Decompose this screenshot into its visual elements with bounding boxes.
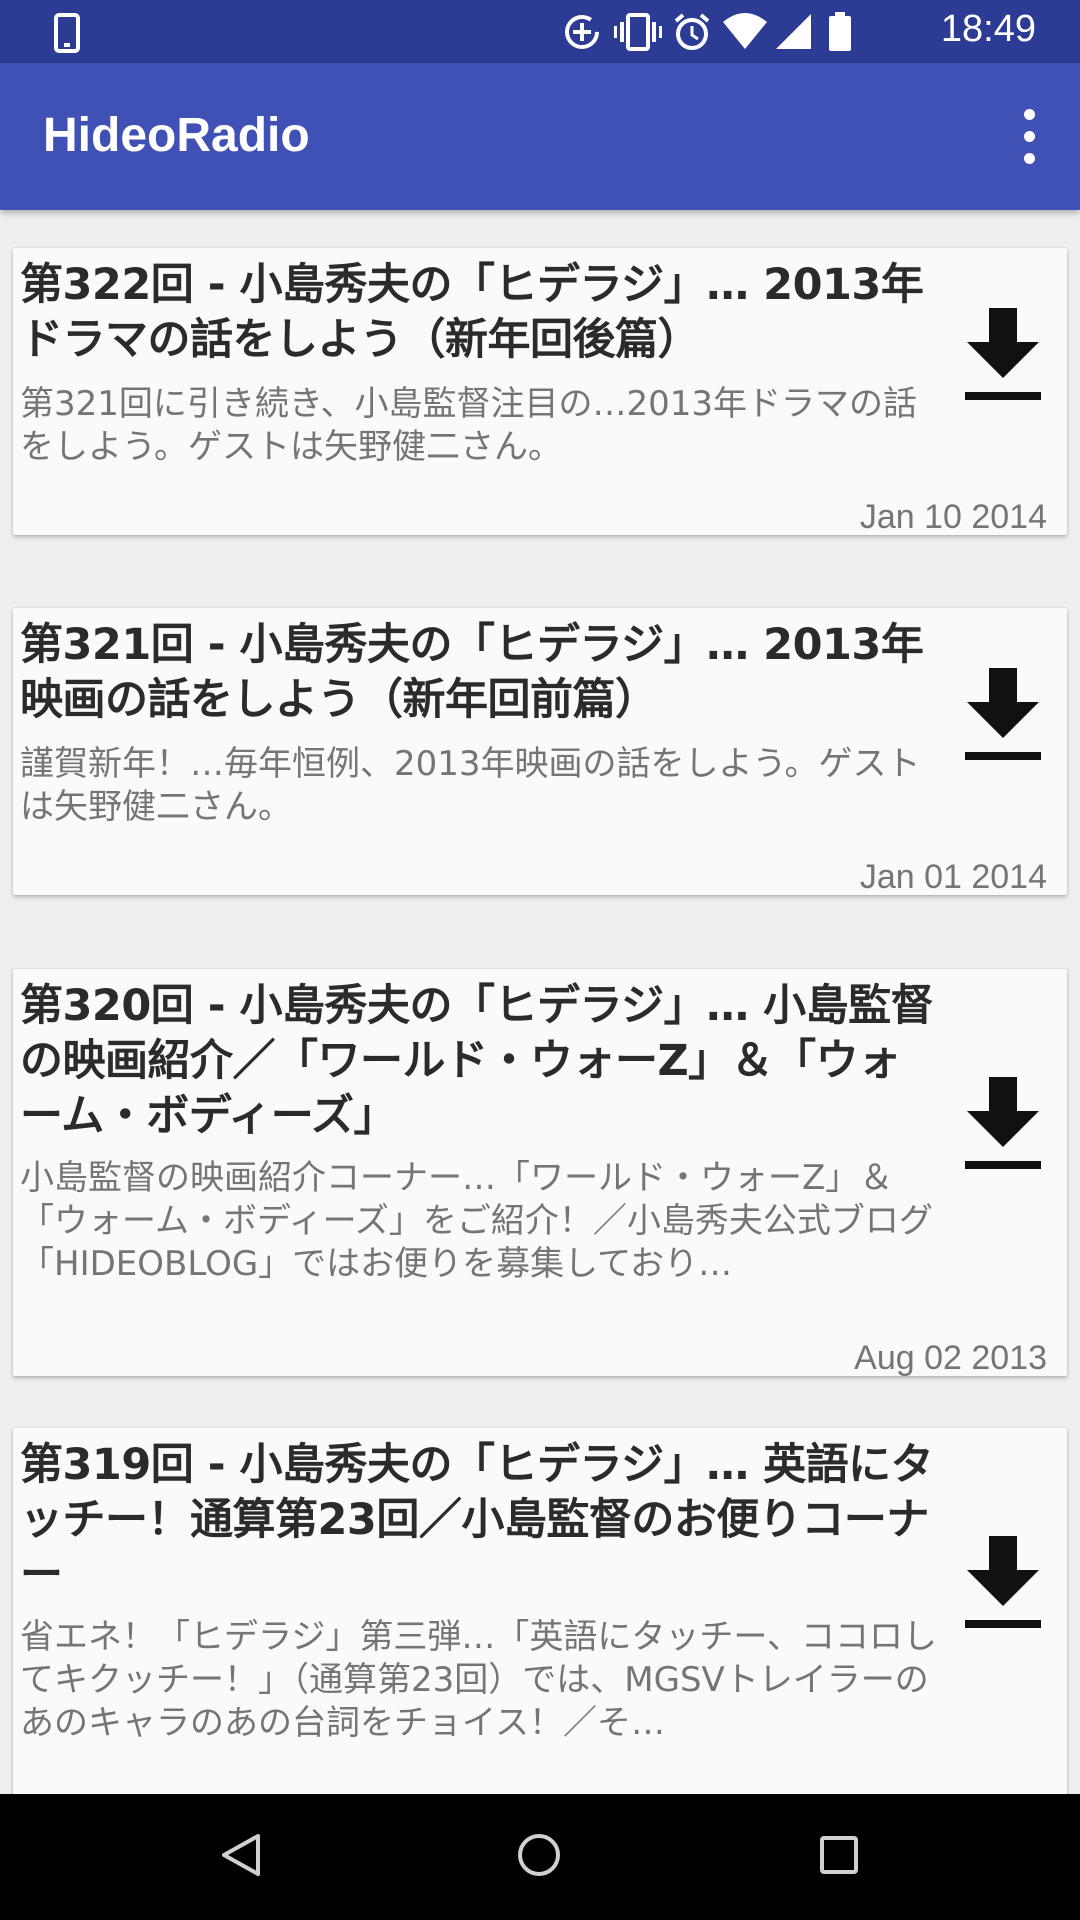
episode-title: 第319回 - 小島秀夫の「ヒデラジ」… 英語にタッチー！通算第23回／小島監督… xyxy=(20,1440,934,1600)
episode-description: 第321回に引き続き、小島監督注目の…2013年ドラマの話をしよう。ゲストは矢野… xyxy=(20,384,918,467)
episode-title: 第320回 - 小島秀夫の「ヒデラジ」… 小島監督の映画紹介／「ワールド・ウォー… xyxy=(20,981,934,1141)
episode-card[interactable]: 第322回 - 小島秀夫の「ヒデラジ」… 2013年ドラマの話をしよう（新年回後… xyxy=(13,248,1067,536)
episode-card[interactable]: 第320回 - 小島秀夫の「ヒデラジ」… 小島監督の映画紹介／「ワールド・ウォー… xyxy=(13,969,1067,1377)
episode-list[interactable]: 第322回 - 小島秀夫の「ヒデラジ」… 2013年ドラマの話をしよう（新年回後… xyxy=(0,210,1080,1794)
home-icon[interactable] xyxy=(516,1832,562,1878)
episode-date: Jan 10 2014 xyxy=(859,498,1047,536)
status-time: 18:49 xyxy=(940,8,1036,50)
download-icon[interactable] xyxy=(963,1077,1043,1173)
recents-icon[interactable] xyxy=(816,1832,862,1878)
alarm-icon xyxy=(674,13,710,50)
episode-description: 省エネ！「ヒデラジ」第三弾…「英語にタッチー、ココロしてキクッチー！」（通算第2… xyxy=(20,1617,937,1743)
episode-title: 第322回 - 小島秀夫の「ヒデラジ」… 2013年ドラマの話をしよう（新年回後… xyxy=(20,260,924,365)
app-bar: HideoRadio xyxy=(0,63,1080,210)
signal-icon xyxy=(776,14,811,49)
download-icon[interactable] xyxy=(963,308,1043,404)
more-vert-icon[interactable] xyxy=(1000,101,1060,173)
episode-title: 第321回 - 小島秀夫の「ヒデラジ」… 2013年映画の話をしよう（新年回前篇… xyxy=(20,620,924,725)
app-title: HideoRadio xyxy=(43,109,310,162)
vibrate-icon xyxy=(614,13,662,51)
navigation-bar xyxy=(0,1794,1080,1920)
episode-description: 謹賀新年！…毎年恒例、2013年映画の話をしよう。ゲストは矢野健二さん。 xyxy=(20,744,921,827)
download-icon[interactable] xyxy=(963,1536,1043,1632)
battery-icon xyxy=(829,12,851,51)
wifi-icon xyxy=(723,13,767,49)
episode-card[interactable]: 第321回 - 小島秀夫の「ヒデラジ」… 2013年映画の話をしよう（新年回前篇… xyxy=(13,608,1067,896)
data-saver-icon xyxy=(565,15,599,49)
status-bar: 18:49 xyxy=(0,0,1080,63)
episode-description: 小島監督の映画紹介コーナー…「ワールド・ウォーZ」＆「ウォーム・ボディーズ」をご… xyxy=(20,1158,933,1284)
download-icon[interactable] xyxy=(963,668,1043,764)
episode-card[interactable]: 第319回 - 小島秀夫の「ヒデラジ」… 英語にタッチー！通算第23回／小島監督… xyxy=(13,1428,1067,1794)
episode-date: Aug 02 2013 xyxy=(854,1339,1047,1377)
episode-date: Jan 01 2014 xyxy=(859,858,1047,896)
phone-icon xyxy=(54,13,80,53)
back-icon[interactable] xyxy=(218,1832,264,1878)
